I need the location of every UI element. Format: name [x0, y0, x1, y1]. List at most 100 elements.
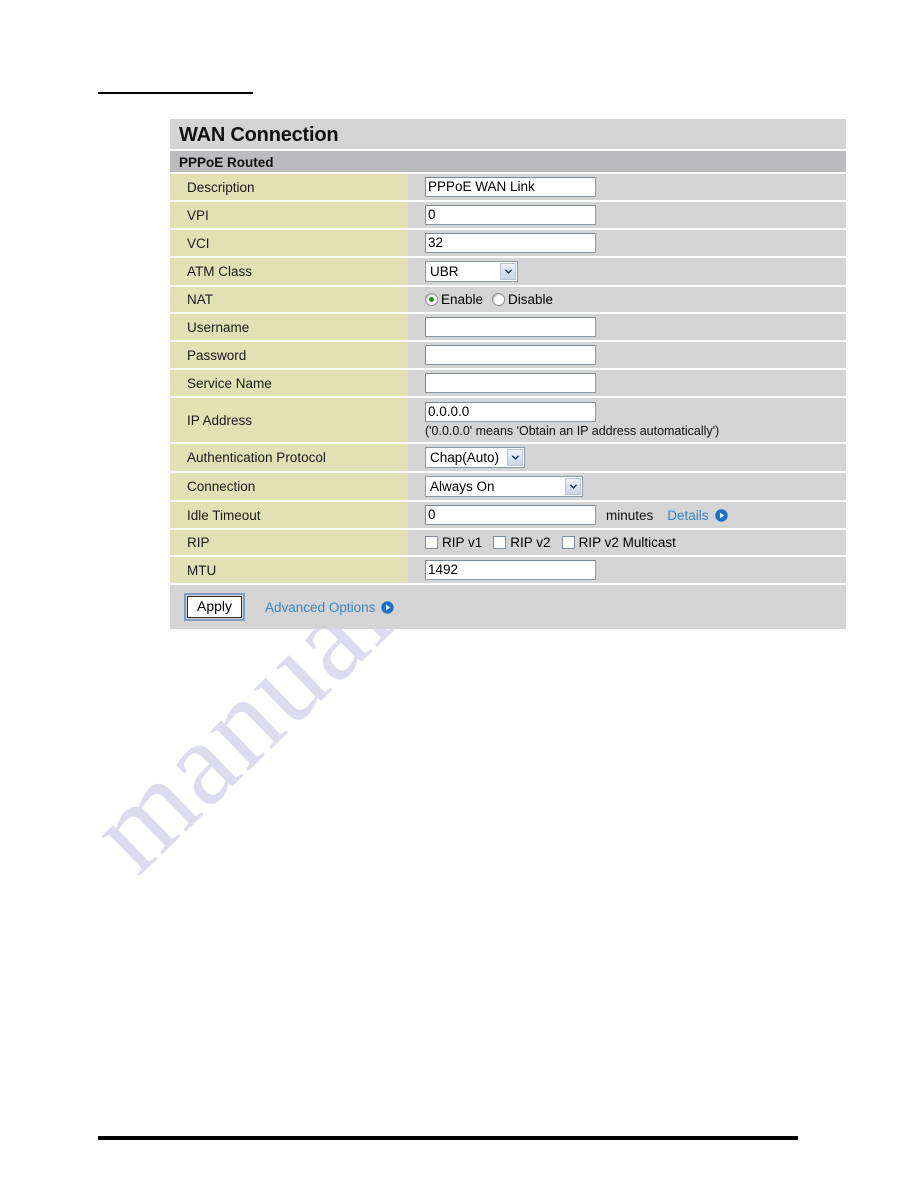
- rip-v2-multicast-label: RIP v2 Multicast: [578, 535, 676, 550]
- checkbox-unchecked-icon[interactable]: [561, 536, 575, 549]
- table-row-connection: Connection Always On: [170, 473, 846, 502]
- label-nat: NAT: [170, 287, 408, 312]
- password-input[interactable]: [425, 345, 596, 365]
- atm-class-select[interactable]: UBR: [425, 261, 518, 282]
- table-row-mtu: MTU: [170, 557, 846, 585]
- row-gutter: [408, 370, 425, 396]
- label-service-name: Service Name: [170, 370, 408, 396]
- control-mtu: [425, 557, 846, 583]
- control-rip: RIP v1 RIP v2 RIP v2 Multicast: [425, 530, 846, 555]
- radio-on-icon[interactable]: [425, 293, 438, 306]
- advanced-options-link[interactable]: Advanced Options: [265, 600, 375, 615]
- nat-disable-option[interactable]: Disable: [492, 292, 553, 307]
- authentication-protocol-value: Chap(Auto): [430, 450, 500, 465]
- table-row-password: Password: [170, 342, 846, 370]
- page-title: WAN Connection: [170, 119, 846, 151]
- control-connection: Always On: [425, 473, 846, 500]
- details-arrow-icon[interactable]: [714, 508, 728, 522]
- mtu-input[interactable]: [425, 560, 596, 580]
- chevron-down-icon[interactable]: [500, 263, 516, 280]
- authentication-protocol-select[interactable]: Chap(Auto): [425, 447, 525, 468]
- checkbox-unchecked-icon[interactable]: [425, 536, 438, 549]
- table-row-rip: RIP RIP v1 RIP v2 RIP v2 Multicast: [170, 530, 846, 557]
- label-vci: VCI: [170, 230, 408, 256]
- bottom-divider-rule: [98, 1136, 798, 1140]
- row-gutter: [408, 444, 425, 471]
- label-mtu: MTU: [170, 557, 408, 583]
- table-row-idle-timeout: Idle Timeout minutes Details: [170, 502, 846, 530]
- label-ip-address: IP Address: [170, 398, 408, 442]
- rip-v1-label: RIP v1: [442, 535, 483, 550]
- nat-enable-option[interactable]: Enable: [425, 292, 483, 307]
- service-name-input[interactable]: [425, 373, 596, 393]
- label-atm-class: ATM Class: [170, 258, 408, 285]
- rip-checkbox-group: RIP v1 RIP v2 RIP v2 Multicast: [425, 535, 846, 550]
- row-gutter: [408, 258, 425, 285]
- table-row-description: Description: [170, 174, 846, 202]
- control-username: [425, 314, 846, 340]
- row-gutter: [408, 473, 425, 500]
- table-row-nat: NAT Enable Disable: [170, 287, 846, 314]
- control-password: [425, 342, 846, 368]
- chevron-down-icon[interactable]: [565, 478, 581, 495]
- row-gutter: [408, 174, 425, 200]
- username-input[interactable]: [425, 317, 596, 337]
- table-row-username: Username: [170, 314, 846, 342]
- idle-timeout-unit: minutes: [606, 507, 654, 523]
- control-nat: Enable Disable: [425, 287, 846, 312]
- control-idle-timeout: minutes Details: [425, 502, 846, 528]
- radio-off-icon[interactable]: [492, 293, 506, 306]
- atm-class-value: UBR: [430, 264, 459, 279]
- row-gutter: [408, 557, 425, 583]
- rip-v2-option[interactable]: RIP v2: [493, 535, 551, 550]
- chevron-down-icon[interactable]: [507, 449, 523, 466]
- ip-address-hint: ('0.0.0.0' means 'Obtain an IP address a…: [425, 424, 720, 438]
- control-description: [425, 174, 846, 200]
- vpi-input[interactable]: [425, 205, 596, 225]
- label-authentication-protocol: Authentication Protocol: [170, 444, 408, 471]
- label-connection: Connection: [170, 473, 408, 500]
- control-service-name: [425, 370, 846, 396]
- control-vci: [425, 230, 846, 256]
- row-gutter: [408, 287, 425, 312]
- nat-enable-label: Enable: [441, 292, 484, 307]
- wan-connection-panel: WAN Connection PPPoE Routed Description …: [170, 119, 846, 629]
- top-divider-rule: [98, 92, 253, 94]
- checkbox-unchecked-icon[interactable]: [493, 536, 507, 549]
- description-input[interactable]: [425, 177, 596, 197]
- connection-select[interactable]: Always On: [425, 476, 583, 497]
- rip-v1-option[interactable]: RIP v1: [425, 535, 482, 550]
- idle-timeout-input[interactable]: [425, 505, 596, 525]
- ip-address-input[interactable]: [425, 402, 596, 422]
- control-ip-address: ('0.0.0.0' means 'Obtain an IP address a…: [425, 398, 846, 442]
- label-idle-timeout: Idle Timeout: [170, 502, 408, 528]
- details-link[interactable]: Details: [667, 508, 708, 523]
- row-gutter: [408, 230, 425, 256]
- table-row-vpi: VPI: [170, 202, 846, 230]
- row-gutter: [408, 342, 425, 368]
- row-gutter: [408, 314, 425, 340]
- apply-button[interactable]: Apply: [183, 592, 246, 622]
- row-gutter: [408, 502, 425, 528]
- row-gutter: [408, 398, 425, 442]
- connection-value: Always On: [430, 479, 495, 494]
- vci-input[interactable]: [425, 233, 596, 253]
- table-row-vci: VCI: [170, 230, 846, 258]
- nat-radio-group: Enable Disable: [425, 292, 846, 307]
- nat-disable-label: Disable: [508, 292, 554, 307]
- panel-subtitle: PPPoE Routed: [170, 151, 846, 174]
- table-row-service-name: Service Name: [170, 370, 846, 398]
- rip-v2-label: RIP v2: [510, 535, 551, 550]
- advanced-options-arrow-icon[interactable]: [381, 600, 395, 614]
- label-vpi: VPI: [170, 202, 408, 228]
- control-authentication-protocol: Chap(Auto): [425, 444, 846, 471]
- label-rip: RIP: [170, 530, 408, 555]
- table-row-authentication-protocol: Authentication Protocol Chap(Auto): [170, 444, 846, 473]
- control-vpi: [425, 202, 846, 228]
- table-row-ip-address: IP Address ('0.0.0.0' means 'Obtain an I…: [170, 398, 846, 444]
- row-gutter: [408, 530, 425, 555]
- rip-v2-multicast-option[interactable]: RIP v2 Multicast: [561, 535, 676, 550]
- label-password: Password: [170, 342, 408, 368]
- table-row-atm-class: ATM Class UBR: [170, 258, 846, 287]
- label-username: Username: [170, 314, 408, 340]
